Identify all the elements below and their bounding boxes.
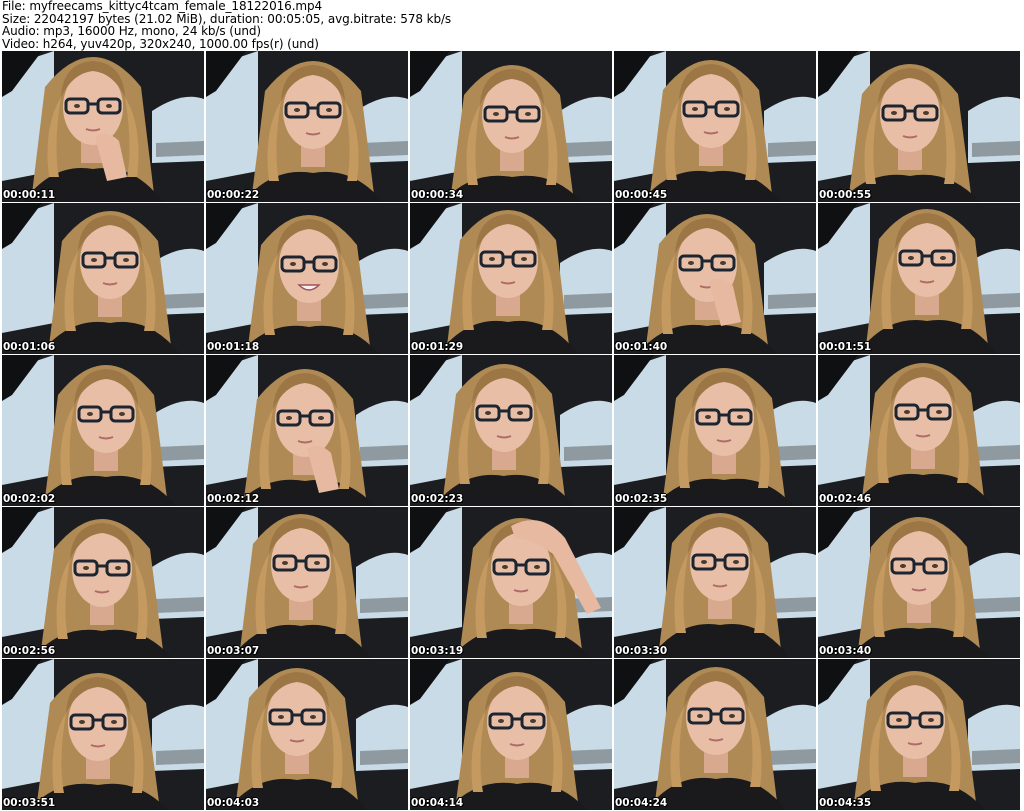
video-thumbnail[interactable]: 00:01:06 [2,203,204,354]
frame-image [614,355,816,506]
video-thumbnail[interactable]: 00:02:35 [614,355,816,506]
frame-image [818,507,1020,658]
timestamp-label: 00:01:51 [819,341,872,353]
video-thumbnail[interactable]: 00:02:02 [2,355,204,506]
video-thumbnail[interactable]: 00:00:11 [2,51,204,202]
video-thumbnail[interactable]: 00:03:07 [206,507,408,658]
frame-image [410,203,612,354]
video-thumbnail[interactable]: 00:04:24 [614,659,816,810]
timestamp-label: 00:03:07 [207,645,260,657]
timestamp-label: 00:04:14 [411,797,464,809]
frame-image [410,659,612,810]
frame-image [2,203,204,354]
timestamp-label: 00:01:29 [411,341,464,353]
video-thumbnail[interactable]: 00:00:34 [410,51,612,202]
frame-image [614,659,816,810]
frame-image [206,659,408,810]
timestamp-label: 00:02:56 [3,645,56,657]
timestamp-label: 00:02:23 [411,493,464,505]
frame-image [410,51,612,202]
frame-image [614,51,816,202]
video-thumbnail[interactable]: 00:00:45 [614,51,816,202]
frame-image [2,355,204,506]
timestamp-label: 00:02:12 [207,493,260,505]
video-thumbnail[interactable]: 00:04:35 [818,659,1020,810]
timestamp-label: 00:02:02 [3,493,56,505]
video-thumbnail[interactable]: 00:03:19 [410,507,612,658]
video-thumbnail[interactable]: 00:03:40 [818,507,1020,658]
timestamp-label: 00:02:35 [615,493,668,505]
video-thumbnail[interactable]: 00:03:30 [614,507,816,658]
video-thumbnail[interactable]: 00:01:51 [818,203,1020,354]
timestamp-label: 00:00:22 [207,189,260,201]
timestamp-label: 00:03:19 [411,645,464,657]
file-info-header: File: myfreecams_kittyc4tcam_female_1812… [2,0,1022,50]
frame-image [614,203,816,354]
video-thumbnail[interactable]: 00:04:14 [410,659,612,810]
timestamp-label: 00:03:30 [615,645,668,657]
video-thumbnail[interactable]: 00:01:40 [614,203,816,354]
frame-image [614,507,816,658]
video-thumbnail[interactable]: 00:02:46 [818,355,1020,506]
video-thumbnail[interactable]: 00:00:55 [818,51,1020,202]
frame-image [206,203,408,354]
timestamp-label: 00:01:40 [615,341,668,353]
frame-image [818,355,1020,506]
frame-image [206,355,408,506]
timestamp-label: 00:00:55 [819,189,872,201]
frame-image [818,203,1020,354]
frame-image [2,51,204,202]
timestamp-label: 00:04:03 [207,797,260,809]
frame-image [410,507,612,658]
frame-image [818,659,1020,810]
frame-image [206,507,408,658]
timestamp-label: 00:00:11 [3,189,56,201]
video-thumbnail[interactable]: 00:03:51 [2,659,204,810]
timestamp-label: 00:00:34 [411,189,464,201]
timestamp-label: 00:00:45 [615,189,668,201]
timestamp-label: 00:03:51 [3,797,56,809]
timestamp-label: 00:02:46 [819,493,872,505]
timestamp-label: 00:03:40 [819,645,872,657]
timestamp-label: 00:01:06 [3,341,56,353]
thumbnail-grid: 00:00:11 00:00:22 00:00:34 00:00:45 00:00:55… [2,51,1024,810]
video-thumbnail[interactable]: 00:04:03 [206,659,408,810]
timestamp-label: 00:01:18 [207,341,260,353]
timestamp-label: 00:04:35 [819,797,872,809]
video-thumbnail[interactable]: 00:01:18 [206,203,408,354]
frame-image [410,355,612,506]
video-thumbnail[interactable]: 00:01:29 [410,203,612,354]
video-thumbnail[interactable]: 00:00:22 [206,51,408,202]
frame-image [2,659,204,810]
video-info-line: Video: h264, yuv420p, 320x240, 1000.00 f… [2,36,319,51]
video-thumbnail[interactable]: 00:02:56 [2,507,204,658]
frame-image [206,51,408,202]
video-thumbnail[interactable]: 00:02:23 [410,355,612,506]
frame-image [818,51,1020,202]
video-thumbnail[interactable]: 00:02:12 [206,355,408,506]
frame-image [2,507,204,658]
audio-info-line: Audio: mp3, 16000 Hz, mono, 24 kb/s (und… [2,24,261,38]
timestamp-label: 00:04:24 [615,797,668,809]
file-name-line: File: myfreecams_kittyc4tcam_female_1812… [2,0,323,13]
